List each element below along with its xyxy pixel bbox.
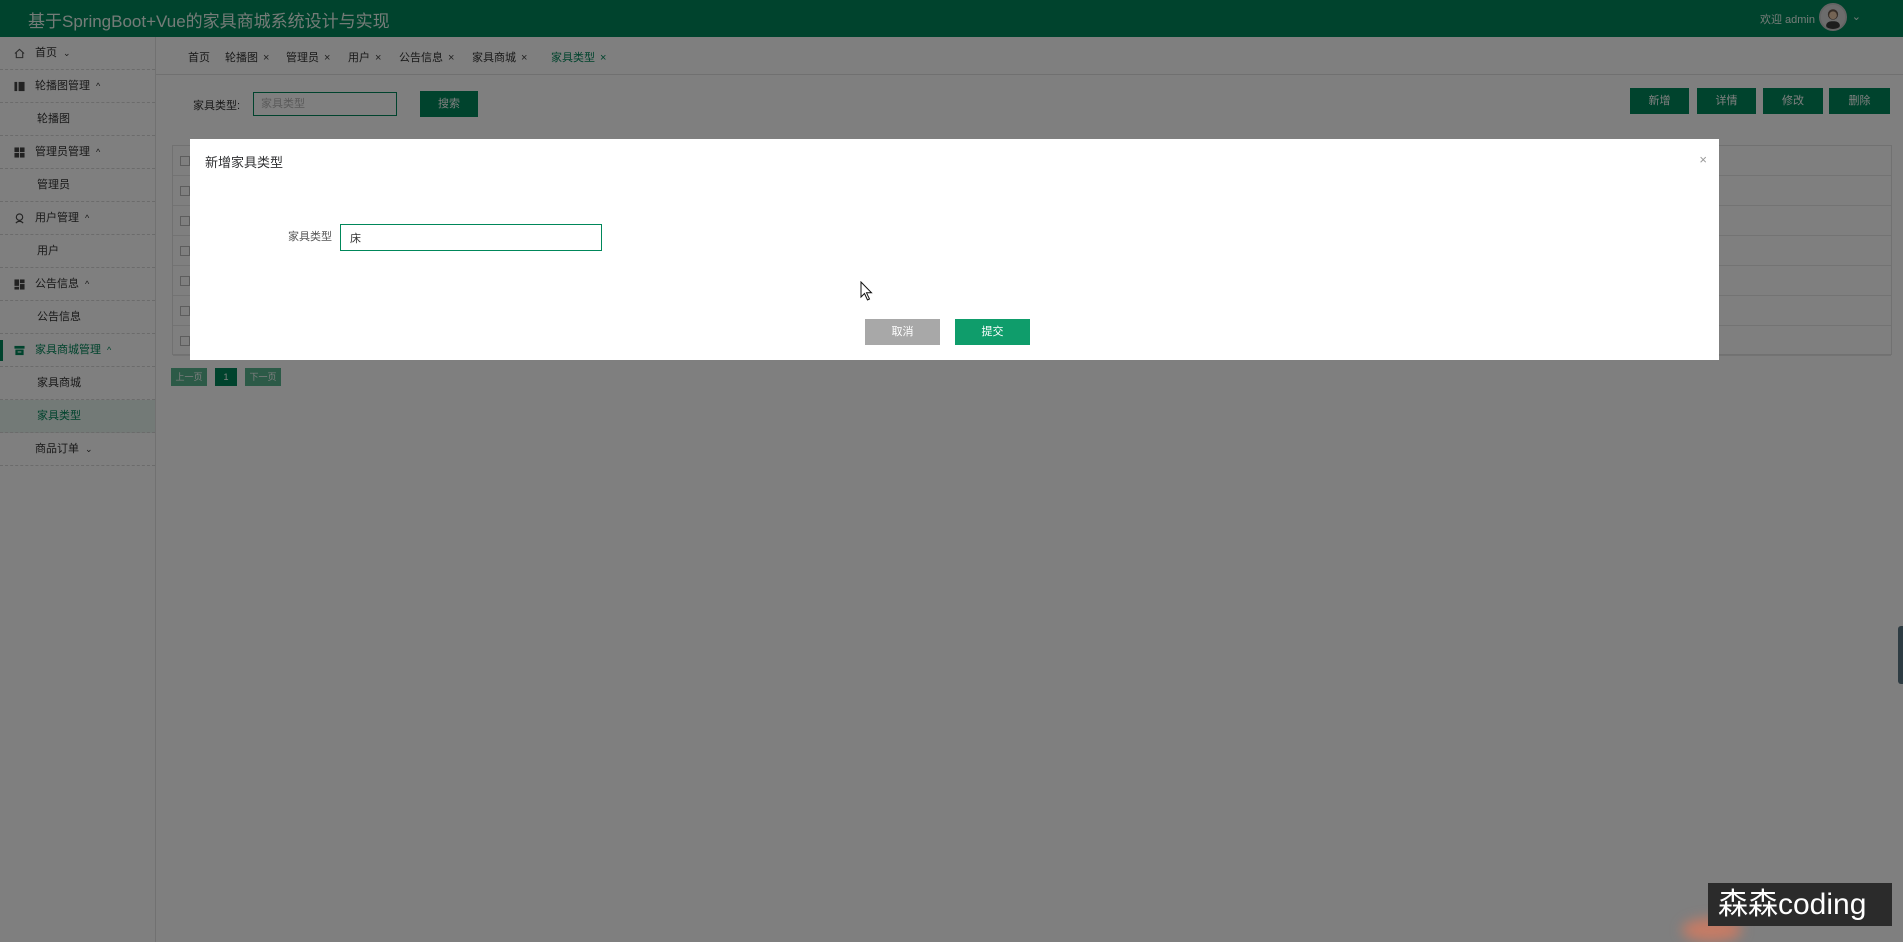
- submit-button[interactable]: 提交: [955, 319, 1030, 345]
- watermark: 森森coding: [1708, 883, 1892, 926]
- add-furniture-type-dialog: 新增家具类型 × 家具类型 取消 提交: [190, 139, 1719, 360]
- furniture-type-label: 家具类型: [288, 231, 332, 243]
- dialog-title: 新增家具类型: [205, 155, 284, 170]
- mouse-cursor-icon: [860, 281, 873, 301]
- furniture-type-input[interactable]: [340, 224, 602, 251]
- cancel-button[interactable]: 取消: [865, 319, 940, 345]
- scrollbar-handle[interactable]: [1898, 626, 1903, 684]
- close-icon[interactable]: ×: [1699, 152, 1707, 167]
